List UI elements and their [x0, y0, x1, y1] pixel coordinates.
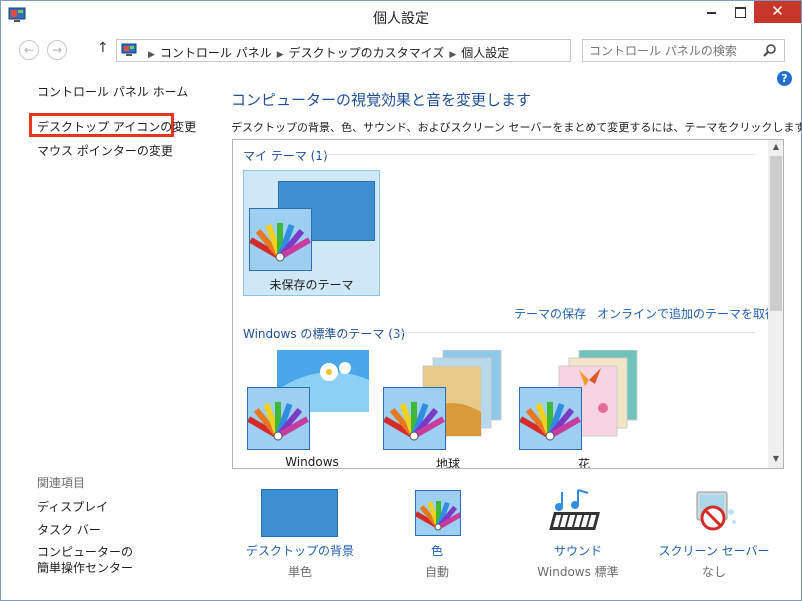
background-swatch[interactable]: [261, 489, 338, 537]
desktop-background-link[interactable]: デスクトップの背景: [230, 542, 370, 559]
screen-saver-link[interactable]: スクリーン セーバー: [644, 542, 784, 559]
breadcrumb-desktop-customization[interactable]: デスクトップのカスタマイズ: [289, 46, 445, 60]
search-input[interactable]: [589, 43, 754, 59]
desktop-icons-link[interactable]: デスクトップ アイコンの変更: [37, 118, 196, 135]
related-heading: 関連項目: [37, 476, 86, 490]
forward-button[interactable]: →: [47, 40, 67, 60]
help-icon[interactable]: ?: [777, 71, 792, 86]
color-link[interactable]: 色: [367, 542, 507, 559]
theme-label: 地球: [435, 457, 460, 469]
ease-of-access-link[interactable]: コンピューターの: [37, 543, 133, 560]
theme-label: 未保存のテーマ: [269, 278, 354, 292]
window-title: 個人設定: [373, 11, 429, 27]
ease-of-access-link-line2[interactable]: 簡単操作センター: [37, 559, 133, 576]
breadcrumb-personalization[interactable]: 個人設定: [461, 46, 509, 60]
color-palette-icon: [249, 208, 312, 271]
scroll-down-icon[interactable]: ▼: [768, 454, 783, 463]
search-icon[interactable]: [763, 43, 777, 57]
sound-value: Windows 標準: [537, 565, 619, 579]
my-themes-heading: マイ テーマ (1): [243, 149, 328, 163]
control-panel-home-link[interactable]: コントロール パネル ホーム: [37, 83, 188, 100]
windows-themes-heading: Windows の標準のテーマ (3): [243, 327, 406, 341]
desktop-background-value: 単色: [287, 565, 312, 579]
page-description: デスクトップの背景、色、サウンド、およびスクリーン セーバーをまとめて変更するに…: [231, 121, 802, 134]
up-button[interactable]: ↑: [97, 40, 109, 56]
theme-earth[interactable]: 地球: [383, 350, 513, 469]
title-bar: 個人設定 ✕: [1, 1, 801, 32]
color-palette-icon[interactable]: [414, 490, 463, 536]
sound-icon[interactable]: [548, 488, 606, 538]
breadcrumb: ▶ コントロール パネル ▶ デスクトップのカスタマイズ ▶ 個人設定: [143, 44, 509, 61]
scroll-up-icon[interactable]: ▲: [768, 142, 783, 151]
sound-setting[interactable]: サウンド Windows 標準: [508, 486, 648, 586]
personalization-window: 個人設定 ✕ ← → ↑ ▶ コントロール パネル ▶ デスクトップのカスタマイズ ▶ 個…: [0, 0, 802, 601]
theme-windows[interactable]: Windows: [247, 350, 377, 469]
color-setting[interactable]: 色 自動: [367, 486, 507, 586]
search-box[interactable]: [582, 39, 785, 62]
scroll-thumb[interactable]: [770, 156, 782, 311]
screen-saver-icon[interactable]: [689, 488, 739, 538]
page-title: コンピューターの視覚効果と音を変更します: [231, 91, 532, 109]
screen-saver-setting[interactable]: スクリーン セーバー なし: [644, 486, 784, 586]
theme-label: Windows: [285, 455, 339, 469]
color-palette-icon: [247, 387, 310, 450]
taskbar-link[interactable]: タスク バー: [37, 521, 101, 538]
display-link[interactable]: ディスプレイ: [37, 498, 108, 515]
control-panel-icon: [121, 43, 137, 56]
back-button[interactable]: ←: [19, 40, 39, 60]
mouse-pointers-link[interactable]: マウス ポインターの変更: [37, 142, 173, 159]
breadcrumb-control-panel[interactable]: コントロール パネル: [160, 46, 272, 60]
save-theme-link[interactable]: テーマの保存: [514, 305, 586, 322]
online-themes-link[interactable]: オンラインで追加のテーマを取得: [597, 305, 777, 322]
divider: [397, 332, 755, 333]
chevron-right-icon: ▶: [148, 50, 155, 60]
maximize-button[interactable]: [725, 1, 755, 23]
theme-list[interactable]: マイ テーマ (1) 未保存のテーマ テーマの保存 オンラインで追加のテーマを取…: [232, 139, 784, 469]
minimize-button[interactable]: [697, 1, 727, 23]
theme-label: 花: [577, 457, 590, 469]
color-palette-icon: [519, 387, 582, 450]
theme-flowers[interactable]: 花: [519, 350, 649, 469]
address-bar[interactable]: ▶コントロール パネル▶デスクトップのカスタマイズ▶個人設定 ▼ ↻: [116, 39, 675, 62]
divider: [317, 154, 755, 155]
desktop-background-setting[interactable]: デスクトップの背景 単色: [230, 486, 370, 586]
sound-link[interactable]: サウンド: [508, 542, 648, 559]
address-row: ← → ↑ ▶コントロール パネル▶デスクトップのカスタマイズ▶個人設定 ▼ ↻: [1, 32, 801, 66]
color-palette-icon: [383, 387, 446, 450]
close-button[interactable]: ✕: [754, 1, 801, 23]
screen-saver-value: なし: [701, 565, 726, 579]
chevron-right-icon: ▶: [449, 50, 457, 60]
color-value: 自動: [424, 565, 449, 579]
theme-list-scrollbar[interactable]: ▲ ▼: [768, 140, 783, 468]
chevron-right-icon: ▶: [276, 50, 284, 60]
theme-unsaved[interactable]: 未保存のテーマ: [243, 170, 380, 296]
close-icon: ✕: [771, 2, 784, 20]
left-panel: コントロール パネル ホーム デスクトップ アイコンの変更 マウス ポインターの…: [1, 66, 221, 601]
